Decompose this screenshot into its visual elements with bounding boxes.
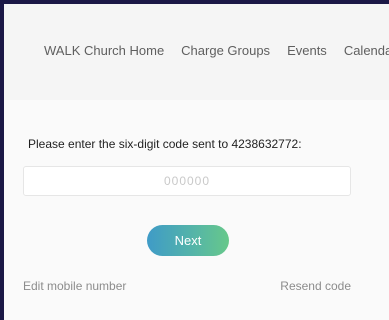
page: WALK Church Home Charge Groups Events Calen… [4,4,389,320]
app-frame: WALK Church Home Charge Groups Events Calen… [0,0,389,320]
nav-link-charge-groups[interactable]: Charge Groups [181,43,270,58]
verification-code-input[interactable] [23,166,351,196]
nav-link-home[interactable]: WALK Church Home [44,43,164,58]
next-button[interactable]: Next [147,225,229,256]
top-navbar: WALK Church Home Charge Groups Events Calen… [4,4,389,100]
edit-mobile-number-link[interactable]: Edit mobile number [23,279,126,293]
nav-link-calendar[interactable]: Calendar [344,43,389,58]
verification-form: Please enter the six-digit code sent to … [4,100,389,320]
code-prompt: Please enter the six-digit code sent to … [28,137,302,151]
nav-links: WALK Church Home Charge Groups Events Calen… [44,43,389,58]
resend-code-link[interactable]: Resend code [280,279,351,293]
nav-link-events[interactable]: Events [287,43,327,58]
